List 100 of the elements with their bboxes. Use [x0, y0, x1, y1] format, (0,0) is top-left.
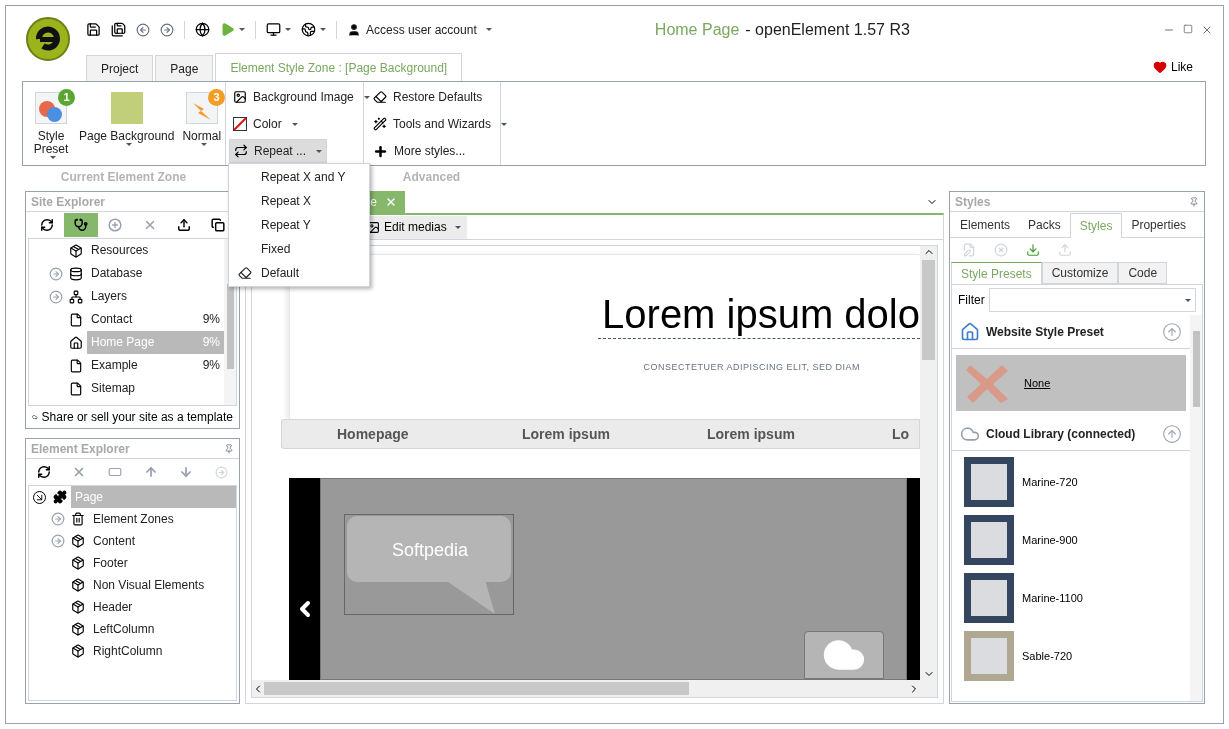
tree-item[interactable]: Non Visual Elements — [89, 574, 236, 596]
page-icon — [69, 358, 83, 373]
expand-toggle[interactable] — [51, 512, 67, 526]
close-icon[interactable] — [385, 196, 397, 208]
plus-button[interactable]: More styles... — [370, 139, 469, 163]
page-name: Example — [91, 357, 138, 374]
expand-toggle[interactable] — [51, 534, 67, 548]
caret-icon — [320, 28, 326, 31]
repeat-button[interactable]: Repeat ... — [229, 139, 328, 163]
share-template-link[interactable]: Share or sell your site as a template — [26, 406, 239, 428]
move-down-icon[interactable] — [179, 465, 194, 479]
site-tree-item[interactable]: Example 9% — [87, 354, 224, 377]
panel-tab[interactable]: Properties — [1122, 213, 1196, 237]
page-percent: 9% — [202, 357, 220, 374]
page-name: Resources — [91, 242, 149, 259]
tree-item[interactable]: RightColumn — [89, 640, 236, 662]
menu-item[interactable]: Fixed — [229, 237, 369, 261]
eraser-icon — [238, 266, 252, 280]
undo-icon[interactable] — [136, 22, 150, 37]
page-icon — [69, 312, 83, 327]
rename-icon[interactable] — [108, 465, 123, 479]
preset-item[interactable]: Marine-900 — [956, 515, 1186, 565]
tree-item[interactable]: Element Zones — [89, 508, 236, 530]
move-up-icon[interactable] — [143, 465, 158, 479]
preset-item[interactable]: None — [956, 355, 1186, 411]
expand-toggle[interactable] — [49, 266, 65, 281]
wand-button[interactable]: Tools and Wizards — [370, 112, 511, 136]
save-icon[interactable] — [86, 22, 101, 37]
site-tree-item[interactable]: Resources — [87, 239, 224, 262]
help-button[interactable] — [301, 22, 326, 37]
preview-button[interactable] — [220, 22, 245, 37]
refresh-icon[interactable] — [36, 465, 51, 479]
bubble-text: Softpedia — [390, 539, 470, 562]
caret-icon — [125, 143, 132, 146]
nav-link[interactable]: Lorem ipsum — [522, 423, 707, 445]
view-button[interactable] — [266, 22, 291, 37]
account-menu[interactable]: Access user account — [347, 20, 492, 39]
count-badge: 3 — [208, 89, 226, 106]
maximize-icon[interactable] — [1183, 23, 1193, 34]
download-icon[interactable] — [1026, 243, 1040, 257]
publish-icon[interactable] — [195, 22, 210, 37]
group-label: Advanced — [401, 169, 462, 186]
site-tree-item[interactable]: Database — [87, 262, 224, 285]
scroll-thumb[interactable] — [922, 260, 935, 360]
nav-link[interactable]: Lo — [892, 423, 920, 445]
wand-icon — [373, 117, 387, 131]
document-title: Home Page — [654, 19, 740, 40]
sub-tab[interactable]: Customize — [1041, 262, 1119, 284]
preset-item[interactable]: Marine-720 — [956, 457, 1186, 507]
panel-tab[interactable]: Packs — [1019, 213, 1070, 237]
filter-dropdown[interactable] — [988, 288, 1196, 312]
stethoscope-icon[interactable] — [64, 213, 99, 237]
bin-icon — [71, 512, 85, 526]
like-button[interactable]: Like — [1153, 58, 1193, 76]
sub-tab[interactable]: Code — [1118, 262, 1168, 284]
redo-icon[interactable] — [160, 22, 174, 37]
preset-item[interactable]: Sable-720 — [956, 631, 1186, 681]
tree-item[interactable]: Header — [89, 596, 236, 618]
monitor-icon — [266, 22, 281, 37]
menu-item[interactable]: Repeat X and Y — [229, 165, 369, 189]
preset-name: Sable-720 — [1022, 648, 1073, 664]
eraser-icon — [373, 90, 387, 104]
expand-toggle[interactable] — [49, 289, 65, 304]
save-all-icon[interactable] — [111, 22, 126, 37]
collapse-icon[interactable] — [1162, 321, 1182, 342]
page-subtitle: CONSECTETUER ADIPISCING ELIT, SED DIAM — [643, 361, 860, 374]
page-name: Database — [91, 265, 143, 282]
collapse-icon[interactable] — [1162, 423, 1182, 444]
window-title: - openElement 1.57 R3 — [745, 19, 910, 40]
pin-icon[interactable] — [224, 443, 234, 454]
scroll-thumb[interactable] — [264, 682, 689, 695]
heart-icon — [1153, 60, 1167, 74]
nav-link[interactable]: Homepage — [337, 423, 522, 445]
nav-link[interactable]: Lorem ipsum — [707, 423, 892, 445]
user-icon — [347, 22, 361, 37]
site-tree-item[interactable]: Sitemap — [87, 377, 224, 400]
tree-item[interactable]: LeftColumn — [89, 618, 236, 640]
normal-button[interactable]: 3 Normal — [178, 82, 226, 165]
tree-item[interactable]: Content — [89, 530, 236, 552]
expand-all-icon[interactable] — [215, 465, 229, 479]
pin-icon[interactable] — [1189, 196, 1199, 207]
swatch-button[interactable]: Page Background — [75, 82, 179, 165]
count-badge: 1 — [58, 89, 75, 106]
image-icon — [367, 220, 380, 234]
button-label: Page Background — [79, 130, 175, 143]
tree-item[interactable]: Footer — [89, 552, 236, 574]
preset-item[interactable]: Marine-1100 — [956, 573, 1186, 623]
section-title: Website Style Preset — [986, 323, 1105, 341]
box-icon — [71, 644, 85, 658]
panel-tab[interactable]: Elements — [951, 213, 1020, 237]
ribbon-tab[interactable]: Project — [86, 55, 154, 81]
caret-icon — [50, 156, 56, 159]
preset-button[interactable]: 1 Style Preset — [27, 82, 75, 165]
menu-item[interactable]: Default — [229, 261, 369, 285]
ribbon-tab[interactable]: Page — [155, 55, 214, 81]
site-tree-item[interactable]: Contact 9% — [87, 308, 224, 331]
caret-icon — [454, 225, 461, 229]
color-button[interactable]: Color — [229, 112, 302, 136]
site-tree-item[interactable]: Layers — [87, 285, 224, 308]
app-logo[interactable] — [26, 17, 70, 61]
